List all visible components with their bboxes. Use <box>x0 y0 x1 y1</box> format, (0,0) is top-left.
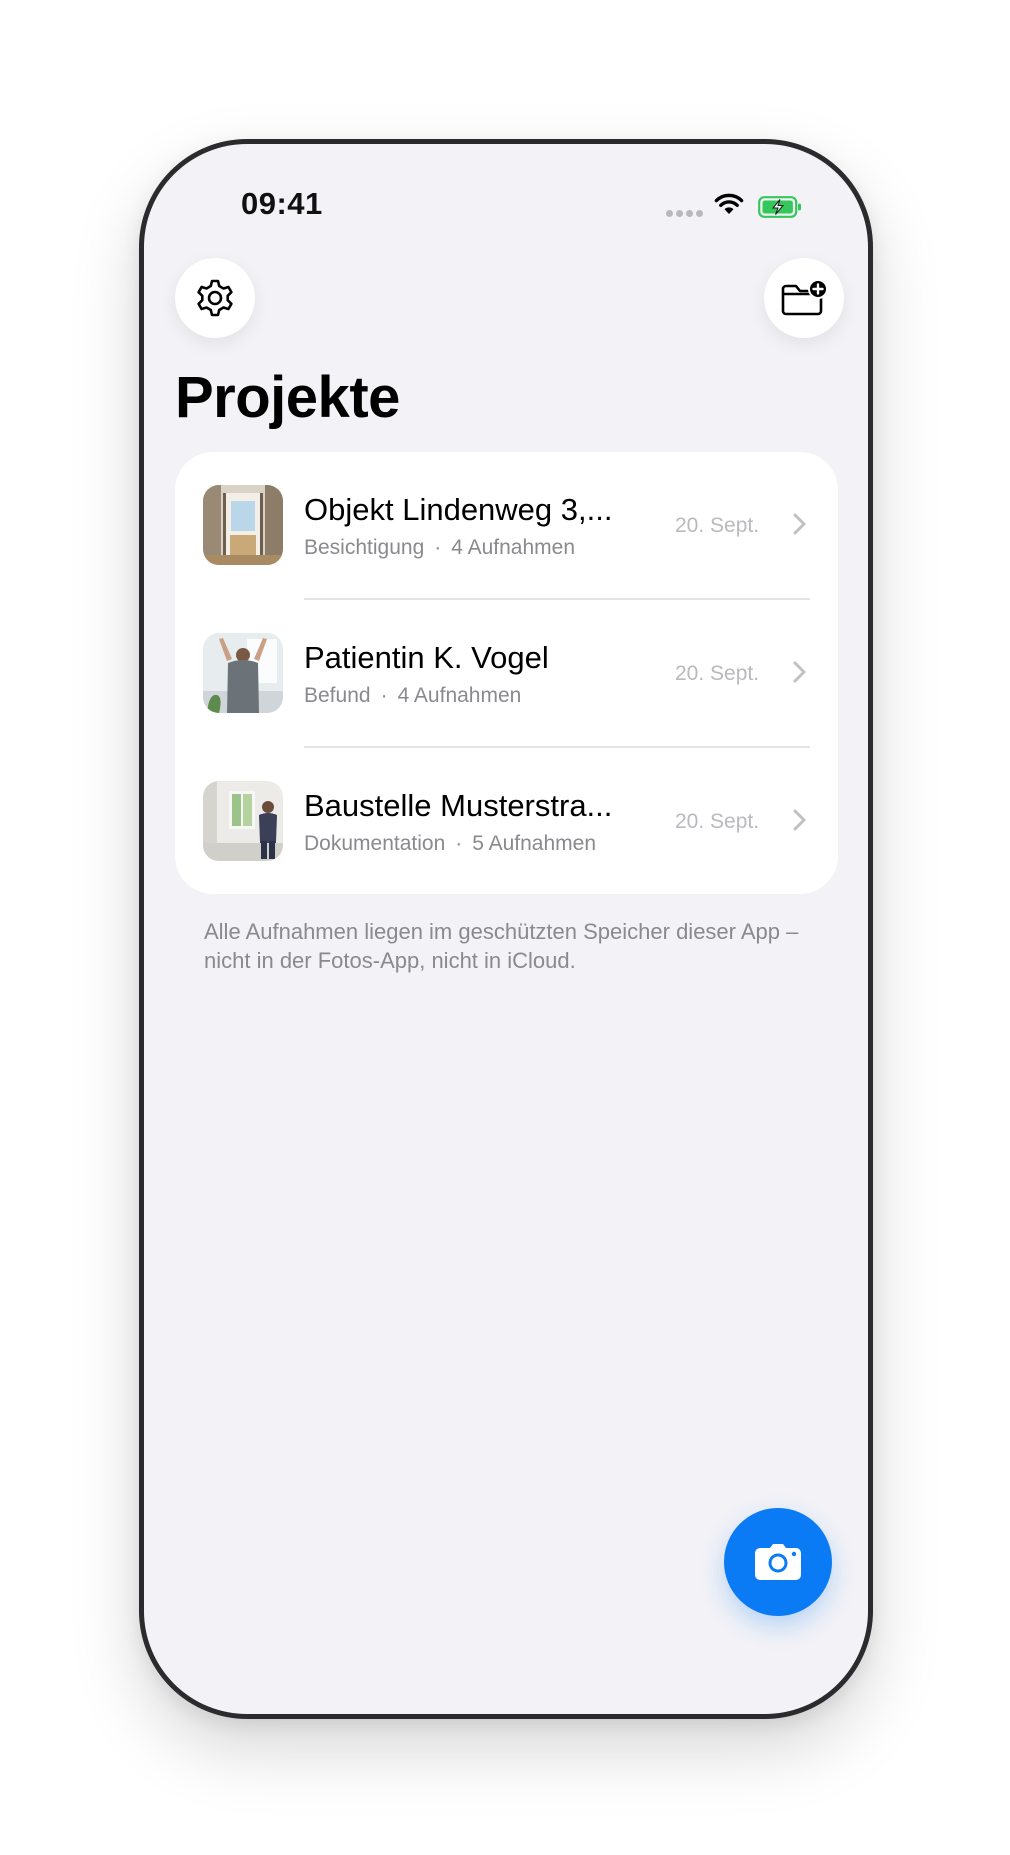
phone-frame: 09:41 Projekte Objekt Lindenweg 3,... Be… <box>139 139 873 1719</box>
project-name: Baustelle Musterstra... <box>304 788 613 823</box>
camera-icon <box>755 1544 801 1580</box>
new-project-button[interactable] <box>764 258 844 338</box>
project-photo-count: 4 Aufnahmen <box>397 684 522 707</box>
project-category: Dokumentation <box>304 832 446 855</box>
project-photo-count: 5 Aufnahmen <box>472 832 597 855</box>
project-row[interactable]: Objekt Lindenweg 3,... Besichtigung · 4 Au… <box>175 452 838 599</box>
project-meta: Dokumentation · 5 Aufnahmen <box>304 832 596 856</box>
project-date: 20. Sept. <box>675 514 760 537</box>
project-date: 20. Sept. <box>675 810 760 833</box>
project-row[interactable]: Baustelle Musterstra... Dokumentation · 5 … <box>175 748 838 895</box>
project-row[interactable]: Patientin K. Vogel Befund · 4 Aufnahmen 20… <box>175 600 838 747</box>
project-thumbnail <box>203 485 283 565</box>
chevron-right-icon <box>793 513 806 535</box>
project-meta: Befund · 4 Aufnahmen <box>304 684 521 708</box>
project-thumbnail <box>203 781 283 861</box>
project-photo-count: 4 Aufnahmen <box>451 536 576 559</box>
project-name: Patientin K. Vogel <box>304 640 549 675</box>
cellular-signal-icon <box>666 210 703 217</box>
project-thumbnail <box>203 633 283 713</box>
storage-footnote: Alle Aufnahmen liegen im geschützten Spe… <box>204 919 799 973</box>
status-bar: 09:41 <box>144 144 868 234</box>
chevron-right-icon <box>793 661 806 683</box>
settings-button[interactable] <box>175 258 255 338</box>
battery-charging-icon <box>758 196 802 223</box>
meta-separator: · <box>455 832 463 855</box>
camera-button[interactable] <box>724 1508 832 1616</box>
project-category: Besichtigung <box>304 536 425 559</box>
project-category: Befund <box>304 684 371 707</box>
folder-plus-icon <box>781 279 828 316</box>
project-list: Objekt Lindenweg 3,... Besichtigung · 4 Au… <box>175 452 838 894</box>
chevron-right-icon <box>793 809 806 831</box>
page-title: Projekte <box>175 365 400 430</box>
meta-separator: · <box>434 536 442 559</box>
project-name: Objekt Lindenweg 3,... <box>304 492 613 527</box>
project-date: 20. Sept. <box>675 662 760 685</box>
status-time: 09:41 <box>241 186 323 221</box>
wifi-icon <box>714 192 744 221</box>
meta-separator: · <box>380 684 388 707</box>
project-meta: Besichtigung · 4 Aufnahmen <box>304 536 575 560</box>
gear-icon <box>197 279 233 317</box>
